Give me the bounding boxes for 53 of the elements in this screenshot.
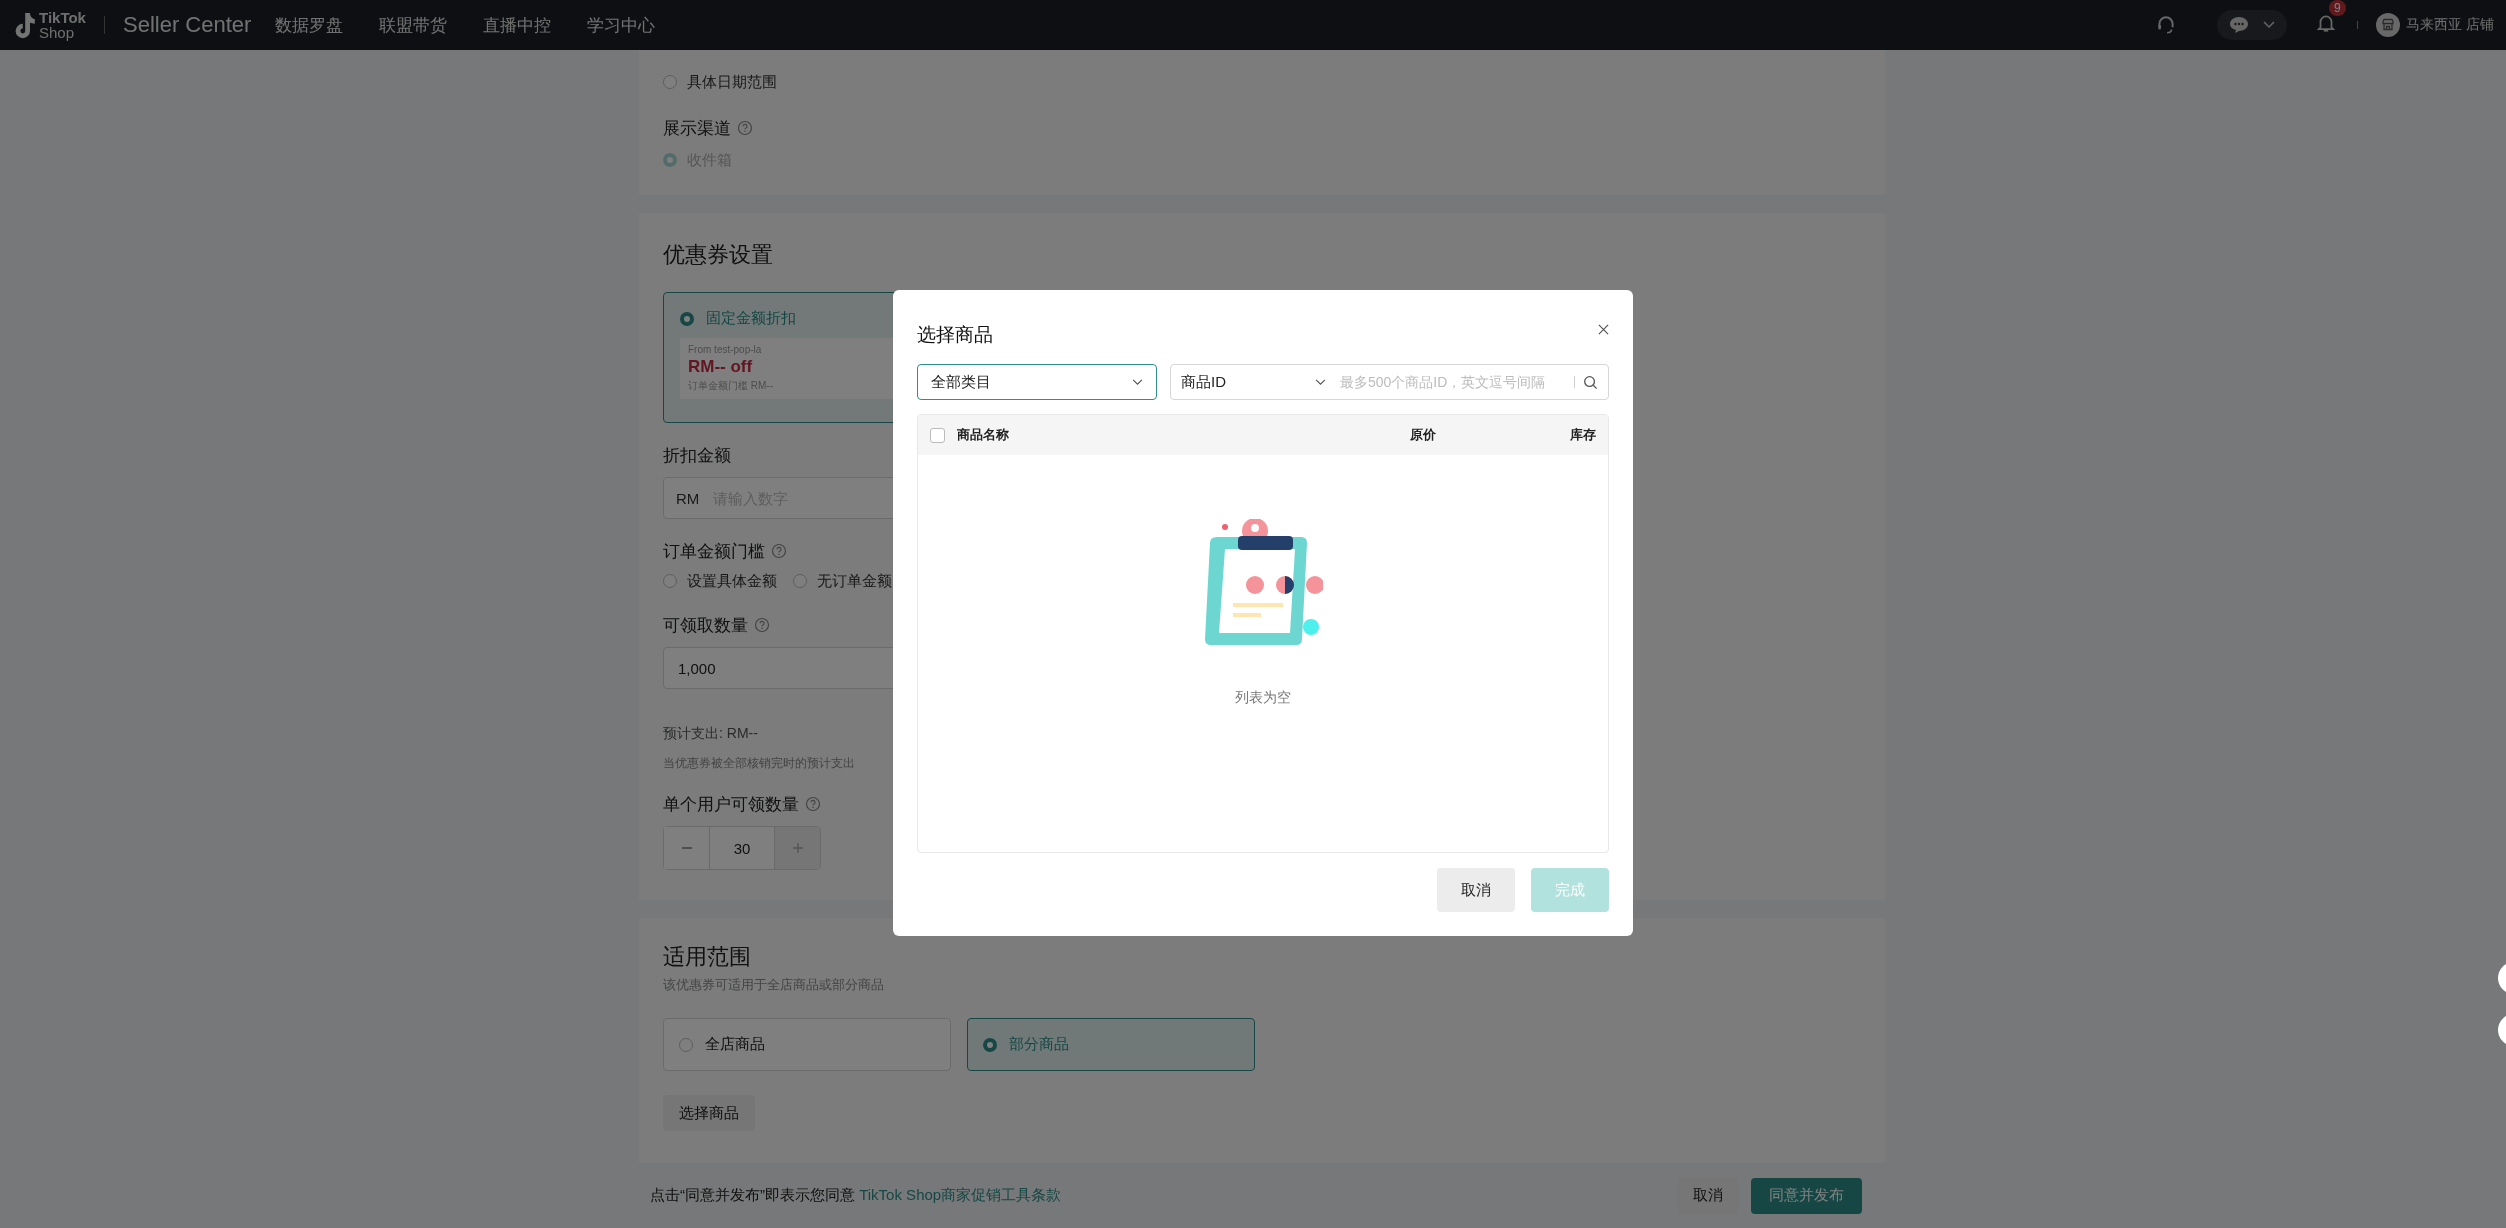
- field-label: 可领取数量: [663, 614, 748, 637]
- search-type-dropdown[interactable]: 商品ID: [1181, 372, 1326, 392]
- radio-button[interactable]: [663, 574, 677, 588]
- terms-link[interactable]: TikTok Shop商家促销工具条款: [859, 1186, 1062, 1203]
- empty-state-text: 列表为空: [1235, 689, 1291, 707]
- field-label: 单个用户可领数量: [663, 793, 799, 816]
- publish-button[interactable]: 同意并发布: [1751, 1177, 1862, 1214]
- help-icon[interactable]: [771, 543, 787, 559]
- select-products-button[interactable]: 选择商品: [663, 1095, 755, 1131]
- search-icon[interactable]: [1583, 374, 1598, 390]
- search-field[interactable]: 商品ID 最多500个商品ID，英文逗号间隔: [1170, 364, 1609, 400]
- radio-button[interactable]: [680, 311, 694, 326]
- nav-link[interactable]: 联盟带货: [379, 13, 448, 37]
- category-dropdown[interactable]: 全部类目: [917, 364, 1157, 400]
- nav-link[interactable]: 直播中控: [483, 13, 552, 37]
- coupon-amount: RM-- off: [688, 357, 754, 377]
- cancel-button[interactable]: 取消: [1437, 868, 1515, 912]
- help-icon[interactable]: [754, 617, 770, 633]
- nav-link[interactable]: 数据罗盘: [275, 13, 344, 37]
- app-name: Seller Center: [122, 12, 252, 38]
- radio-label: 设置具体金额: [687, 571, 777, 591]
- coupon-type-title: 固定金额折扣: [706, 309, 796, 328]
- help-icon[interactable]: [737, 120, 753, 136]
- store-name[interactable]: 马来西亚 店铺: [2406, 16, 2494, 34]
- section-title: 优惠券设置: [663, 241, 773, 269]
- select-all-checkbox[interactable]: [930, 427, 945, 443]
- estimate-text: 预计支出: RM--: [663, 725, 758, 743]
- logo-text: TikTok: [39, 10, 86, 25]
- column-header: 库存: [1570, 426, 1596, 444]
- chat-icon[interactable]: [2229, 16, 2250, 34]
- caret-icon[interactable]: [1315, 378, 1326, 386]
- scope-option[interactable]: 部分商品: [967, 1018, 1255, 1071]
- chat-button[interactable]: [2217, 10, 2288, 40]
- notification-badge: 9: [2329, 0, 2346, 16]
- column-header: 原价: [1410, 426, 1437, 444]
- field-label: 展示渠道: [663, 117, 731, 140]
- field-label: 订单金额门槛: [663, 540, 765, 563]
- nav-link[interactable]: 学习中心: [587, 13, 656, 37]
- field-label: 折扣金额: [663, 444, 731, 467]
- column-header: 商品名称: [957, 426, 1010, 444]
- radio-label: 无订单金额: [817, 571, 892, 591]
- help-icon[interactable]: [805, 796, 821, 812]
- radio-button[interactable]: [793, 574, 807, 588]
- quantity-input[interactable]: 1,000: [676, 658, 1250, 678]
- section-title: 适用范围: [663, 943, 751, 971]
- radio-label: 具体日期范围: [687, 72, 777, 92]
- scope-option[interactable]: 全店商品: [663, 1018, 951, 1071]
- radio-button[interactable]: [663, 75, 677, 89]
- store-icon[interactable]: [2376, 13, 2401, 37]
- terms-notice: 点击“同意并发布”即表示您同意 TikTok Shop商家促销工具条款: [650, 1186, 1062, 1205]
- caret-icon[interactable]: [1132, 378, 1143, 386]
- close-icon[interactable]: [1598, 324, 1609, 335]
- logo-text: Shop: [39, 25, 76, 40]
